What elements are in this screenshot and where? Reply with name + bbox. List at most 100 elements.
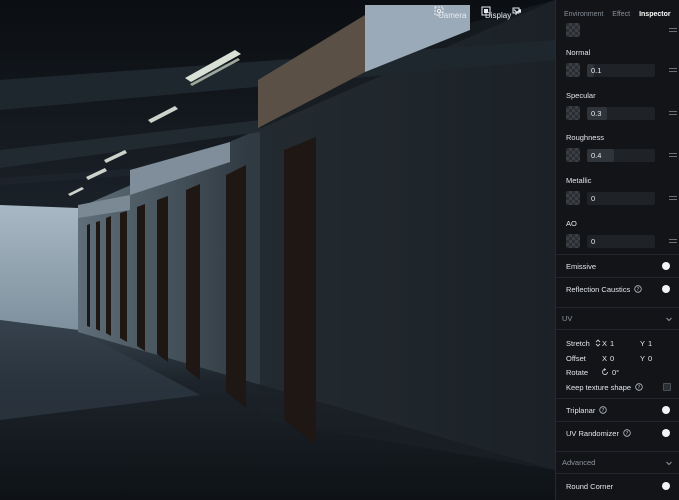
round-corner-label: Round Corner	[566, 481, 614, 491]
help-icon[interactable]: ?	[623, 429, 631, 437]
ao-property: AO 0	[556, 218, 679, 249]
drag-handle-icon[interactable]	[669, 109, 677, 117]
specular-property: Specular 0.3	[556, 90, 679, 121]
divider	[556, 473, 679, 474]
normal-texture-slot[interactable]	[566, 63, 580, 77]
offset-label: Offset	[566, 353, 586, 363]
drag-handle-icon[interactable]	[669, 237, 677, 245]
emissive-label: Emissive	[566, 261, 597, 271]
uv-randomizer-row: UV Randomizer ?	[566, 426, 670, 440]
metallic-label: Metallic	[566, 176, 592, 185]
round-corner-row: Round Corner	[566, 479, 670, 493]
roughness-texture-slot[interactable]	[566, 148, 580, 162]
help-icon[interactable]: ?	[635, 383, 643, 391]
advanced-section-label: Advanced	[562, 458, 596, 467]
keep-texture-shape-row: Keep texture shape ?	[566, 380, 671, 394]
tab-effect[interactable]: Effect	[612, 11, 630, 18]
emissive-toggle[interactable]	[662, 262, 670, 270]
normal-label: Normal	[566, 48, 591, 57]
stretch-label: Stretch	[566, 338, 590, 348]
display-button[interactable]: Display	[481, 6, 515, 24]
keep-texture-shape-checkbox[interactable]	[663, 383, 671, 391]
uv-section-header[interactable]: UV	[556, 307, 679, 329]
drag-handle-icon[interactable]	[669, 151, 677, 159]
inspector-panel: Environment Effect Inspector Normal 0.1	[555, 0, 679, 500]
ao-value: 0	[591, 236, 596, 246]
chevron-down-icon	[513, 9, 521, 14]
offset-y-field[interactable]: 0	[648, 354, 652, 363]
divider	[556, 421, 679, 422]
metallic-texture-slot[interactable]	[566, 191, 580, 205]
specular-value-field[interactable]: 0.3	[587, 106, 655, 120]
roughness-value: 0.4	[591, 150, 602, 160]
camera-settings-button[interactable]	[512, 6, 521, 24]
stretch-y-field[interactable]: 1	[648, 339, 652, 348]
specular-label: Specular	[566, 91, 596, 100]
svg-text:?: ?	[626, 431, 629, 437]
offset-x-field[interactable]: 0	[610, 354, 614, 363]
offset-x-label: X	[602, 353, 608, 363]
ao-label: AO	[566, 219, 577, 228]
divider	[556, 329, 679, 330]
drag-handle-icon[interactable]	[669, 66, 677, 74]
link-icon[interactable]	[594, 339, 602, 347]
camera-button[interactable]: Camera	[434, 6, 470, 24]
triplanar-toggle[interactable]	[662, 406, 670, 414]
round-corner-toggle[interactable]	[662, 482, 670, 490]
rotate-field[interactable]: 0°	[612, 368, 619, 377]
specular-value: 0.3	[591, 108, 602, 118]
specular-texture-slot[interactable]	[566, 106, 580, 120]
svg-text:?: ?	[638, 385, 641, 391]
uv-randomizer-label: UV Randomizer	[566, 428, 619, 438]
texture-slot[interactable]	[566, 23, 580, 37]
corridor-render	[0, 0, 555, 500]
drag-handle-icon[interactable]	[669, 26, 677, 34]
svg-text:?: ?	[637, 287, 640, 293]
tab-environment[interactable]: Environment	[564, 11, 603, 18]
metallic-value-field[interactable]: 0	[587, 191, 655, 205]
rotate-icon	[602, 368, 608, 375]
roughness-value-field[interactable]: 0.4	[587, 148, 655, 162]
tab-inspector[interactable]: Inspector	[639, 11, 671, 18]
ao-texture-slot[interactable]	[566, 234, 580, 248]
advanced-section-header[interactable]: Advanced	[556, 451, 679, 473]
drag-handle-icon[interactable]	[669, 194, 677, 202]
roughness-label: Roughness	[566, 133, 604, 142]
stretch-row: Stretch X 1 Y 1	[566, 336, 671, 350]
stretch-x-field[interactable]: 1	[610, 339, 614, 348]
offset-row: Offset X 0 Y 0	[566, 351, 671, 365]
normal-value: 0.1	[591, 65, 602, 75]
emissive-row: Emissive	[566, 259, 670, 273]
help-icon[interactable]: ?	[634, 285, 642, 293]
divider	[556, 277, 679, 278]
reflection-caustics-row: Reflection Caustics ?	[566, 282, 670, 296]
metallic-value: 0	[591, 193, 596, 203]
divider	[556, 254, 679, 255]
normal-value-field[interactable]: 0.1	[587, 63, 655, 77]
roughness-property: Roughness 0.4	[556, 132, 679, 163]
reflection-caustics-label: Reflection Caustics	[566, 284, 631, 294]
keep-texture-shape-label: Keep texture shape	[566, 382, 632, 392]
svg-text:?: ?	[602, 408, 605, 414]
3d-viewport[interactable]: Camera Display	[0, 0, 555, 500]
stretch-y-label: Y	[640, 338, 646, 348]
offset-y-label: Y	[640, 353, 646, 363]
chevron-down-icon	[666, 317, 672, 322]
normal-property: Normal 0.1	[556, 47, 679, 78]
stretch-x-label: X	[602, 338, 608, 348]
uv-section-label: UV	[562, 314, 573, 323]
help-icon[interactable]: ?	[599, 406, 608, 414]
triplanar-row: Triplanar ?	[566, 403, 670, 417]
camera-icon	[434, 6, 444, 16]
prev-property-row	[556, 22, 679, 38]
metallic-property: Metallic 0	[556, 175, 679, 206]
rotate-row: Rotate 0°	[566, 365, 671, 379]
chevron-down-icon	[666, 461, 672, 466]
rotate-label: Rotate	[566, 367, 589, 377]
display-icon	[481, 6, 491, 16]
divider	[556, 398, 679, 399]
uv-randomizer-toggle[interactable]	[662, 429, 670, 437]
reflection-caustics-toggle[interactable]	[662, 285, 670, 293]
ao-value-field[interactable]: 0	[587, 234, 655, 248]
triplanar-label: Triplanar	[566, 405, 596, 415]
